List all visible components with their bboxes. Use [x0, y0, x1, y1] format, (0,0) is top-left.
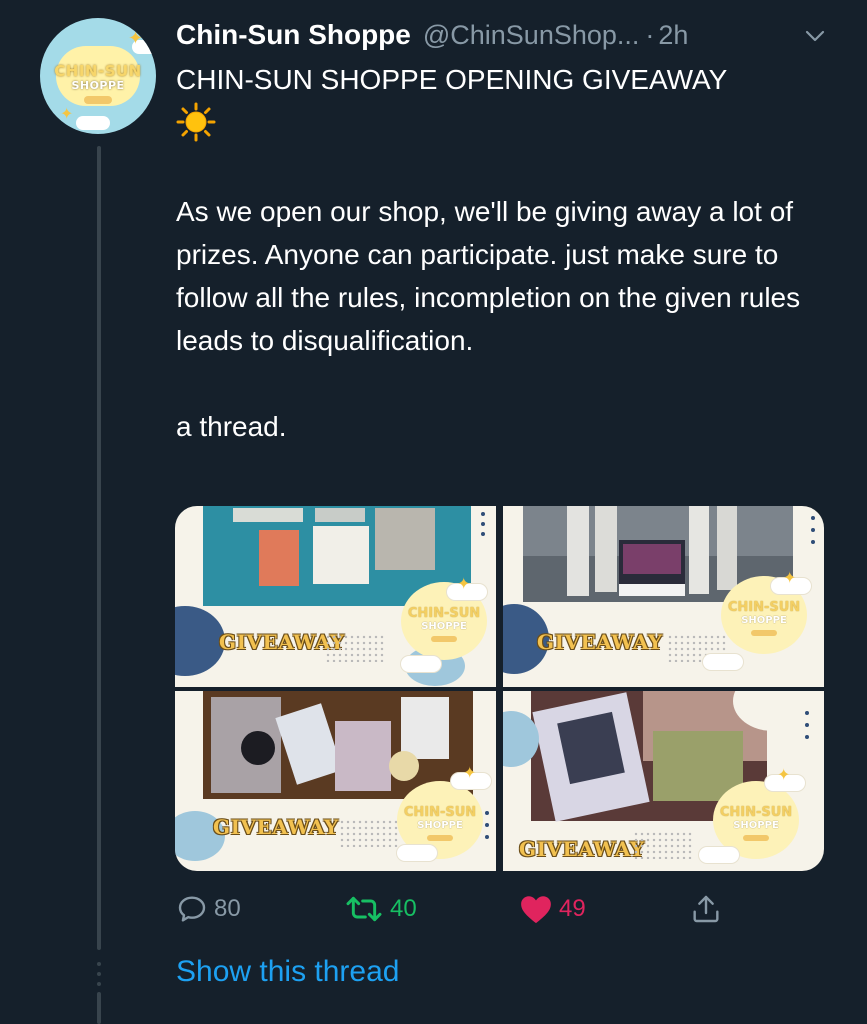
- sparkle-icon: ✦: [777, 767, 791, 784]
- tweet-title: CHIN-SUN SHOPPE OPENING GIVEAWAY: [176, 64, 728, 95]
- media-image-4[interactable]: GIVEAWAY CHIN-SUN SHOPPE ✦: [503, 691, 824, 871]
- reply-button[interactable]: 80: [176, 890, 241, 928]
- tweet-paragraph: As we open our shop, we'll be giving awa…: [176, 196, 801, 356]
- thread-connector-dots: [97, 962, 101, 992]
- share-icon: [693, 895, 719, 923]
- tweet-header: Chin-Sun Shoppe @ChinSunShop... · 2h: [176, 18, 827, 52]
- thread-connector-line: [97, 146, 101, 950]
- media-image-1[interactable]: GIVEAWAY CHIN-SUN SHOPPE ✦: [175, 506, 496, 687]
- tweet-paragraph: a thread.: [176, 411, 287, 442]
- like-count: 49: [559, 895, 586, 922]
- sparkle-icon: ✦: [457, 576, 471, 593]
- giveaway-label: GIVEAWAY: [519, 837, 645, 861]
- display-name[interactable]: Chin-Sun Shoppe: [176, 19, 411, 51]
- tweet-body: As we open our shop, we'll be giving awa…: [176, 190, 846, 491]
- reply-icon: [178, 896, 206, 922]
- retweet-count: 40: [390, 895, 417, 922]
- sparkle-icon: ✦: [60, 106, 74, 123]
- heart-icon: [521, 896, 551, 924]
- giveaway-label: GIVEAWAY: [537, 630, 663, 654]
- share-button[interactable]: [690, 890, 722, 928]
- show-thread-link[interactable]: Show this thread: [176, 955, 399, 989]
- thread-connector-bottom: [97, 992, 101, 1024]
- media-grid: GIVEAWAY CHIN-SUN SHOPPE ✦ GIVEAWAY CHIN…: [175, 506, 824, 871]
- chevron-down-icon[interactable]: [803, 24, 827, 48]
- avatar-brand-line1: CHIN-SUN: [54, 62, 142, 80]
- sparkle-icon: ✦: [783, 570, 797, 587]
- giveaway-label: GIVEAWAY: [213, 815, 339, 839]
- sparkle-icon: ✦: [128, 28, 144, 48]
- tweet-actions: 80 40 49: [176, 890, 736, 930]
- sparkle-icon: ✦: [463, 765, 477, 782]
- like-button[interactable]: 49: [519, 890, 586, 928]
- user-handle[interactable]: @ChinSunShop...: [423, 20, 640, 51]
- reply-count: 80: [214, 895, 241, 922]
- retweet-button[interactable]: 40: [344, 890, 417, 928]
- retweet-icon: [346, 896, 382, 922]
- media-image-2[interactable]: GIVEAWAY CHIN-SUN SHOPPE ✦: [503, 506, 824, 687]
- separator: ·: [645, 19, 655, 50]
- media-image-3[interactable]: GIVEAWAY CHIN-SUN SHOPPE ✦: [175, 691, 496, 871]
- timestamp[interactable]: 2h: [658, 20, 688, 51]
- avatar[interactable]: ✦ ✦ CHIN-SUN SHOPPE: [40, 18, 156, 134]
- sun-emoji: [176, 102, 216, 142]
- avatar-brand-line2: SHOPPE: [71, 79, 125, 92]
